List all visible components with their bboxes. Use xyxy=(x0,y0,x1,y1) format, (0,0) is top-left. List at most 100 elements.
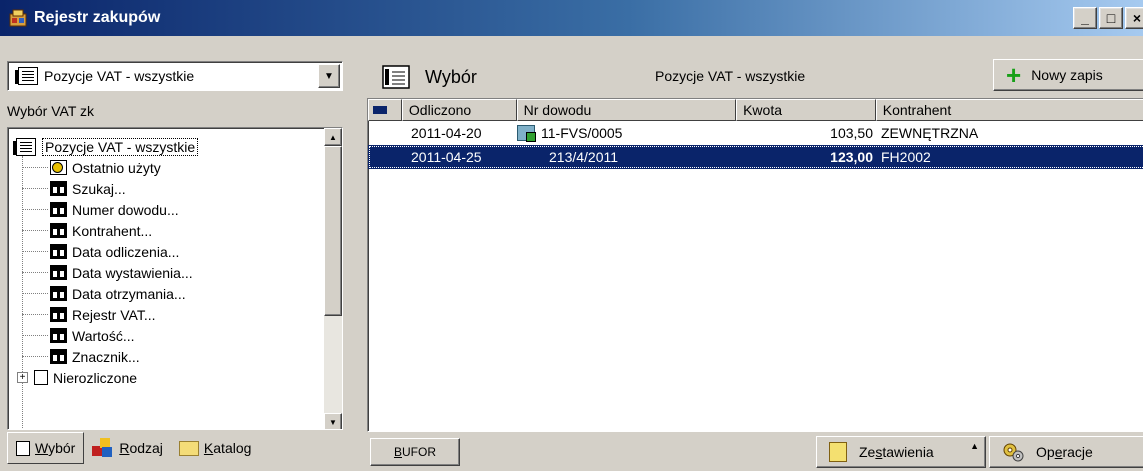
bufor-button[interactable]: B UFOR xyxy=(370,438,460,466)
folder-icon xyxy=(178,440,199,456)
tree-root[interactable]: Pozycje VAT - wszystkie xyxy=(12,136,322,157)
tree-item-nierozliczone[interactable]: + Nierozliczone xyxy=(12,367,322,388)
binoculars-icon xyxy=(50,202,67,217)
tree-item[interactable]: Ostatnio użyty xyxy=(12,157,322,178)
records-list[interactable]: Odliczono Nr dowodu Kwota Kontrahent 201… xyxy=(367,98,1143,432)
tree-list: Pozycje VAT - wszystkie Ostatnio użyty Sz… xyxy=(12,136,322,388)
tree-connector xyxy=(22,272,48,273)
tree-connector xyxy=(22,335,48,336)
purchase-register-window: Rejestr zakupów _ □ × Pozycje VAT - wszy… xyxy=(0,0,1143,471)
plus-icon: + xyxy=(1006,60,1022,90)
tree-item[interactable]: Wartość... xyxy=(12,325,322,346)
gear-icon xyxy=(1002,442,1024,462)
tree-connector xyxy=(22,167,48,168)
tab-wybor-rest: ybór xyxy=(48,440,76,456)
tree-item[interactable]: Rejestr VAT... xyxy=(12,304,322,325)
operations-prefix: Op xyxy=(1036,444,1055,460)
scroll-down-icon[interactable]: ▼ xyxy=(324,413,342,429)
document-icon xyxy=(34,370,48,385)
operations-button[interactable]: Operacje ▲ xyxy=(989,436,1143,468)
right-header: Wybór Pozycje VAT - wszystkie + Nowy zap… xyxy=(365,56,1143,96)
tree-item-label: Ostatnio użyty xyxy=(72,159,161,176)
tree-item[interactable]: Numer dowodu... xyxy=(12,199,322,220)
bottom-toolbar: BUFOR Zestawienia ▲ Operacje ▲ xyxy=(367,434,1143,468)
table-row[interactable]: 2011-04-25 213/4/2011 123,00 FH2002 xyxy=(368,145,1143,169)
maximize-icon[interactable]: □ xyxy=(1099,7,1123,29)
cell-amount: 103,50 xyxy=(830,125,873,141)
tree-item[interactable]: Znacznik... xyxy=(12,346,322,367)
list-header: Odliczono Nr dowodu Kwota Kontrahent xyxy=(368,99,1143,121)
close-icon[interactable]: × xyxy=(1125,7,1143,29)
cell-doc-number: 11-FVS/0005 xyxy=(517,125,737,142)
document-icon xyxy=(16,440,30,456)
doc-number-text: 213/4/2011 xyxy=(549,149,619,165)
document-icon xyxy=(381,64,411,93)
tree-connector xyxy=(22,209,48,210)
tab-wybor[interactable]: Wybór xyxy=(7,432,85,464)
scroll-thumb[interactable] xyxy=(324,146,342,316)
table-row[interactable]: 2011-04-20 11-FVS/0005 103,50 ZEWNĘTRZNA xyxy=(368,121,1143,145)
tab-rodzaj-rest: odzaj xyxy=(129,440,163,456)
tab-wybor-label: Wybór xyxy=(35,440,75,456)
tab-rodzaj[interactable]: Rodzaj xyxy=(84,432,171,464)
cell-contractor: FH2002 xyxy=(881,149,931,165)
section-label: Wybór VAT zk xyxy=(7,103,95,119)
tree-item-label: Numer dowodu... xyxy=(72,201,179,218)
chevron-down-icon[interactable]: ▼ xyxy=(318,64,340,88)
tab-katalog-accel: K xyxy=(203,440,214,456)
minimize-icon[interactable]: _ xyxy=(1073,7,1097,29)
cell-amount: 123,00 xyxy=(830,149,873,165)
doc-number-text: 11-FVS/0005 xyxy=(541,125,623,141)
expand-icon[interactable]: + xyxy=(17,372,28,383)
tree-item[interactable]: Data otrzymania... xyxy=(12,283,322,304)
recent-icon xyxy=(50,160,67,175)
scroll-up-icon[interactable]: ▲ xyxy=(324,128,342,146)
cell-date: 2011-04-20 xyxy=(411,125,482,141)
column-header-nr-dowodu[interactable]: Nr dowodu xyxy=(516,99,737,121)
tree-connector xyxy=(22,293,48,294)
tree-connector xyxy=(22,251,48,252)
selection-marker-icon xyxy=(373,106,387,114)
tree-scrollbar[interactable]: ▲ ▼ xyxy=(324,128,342,429)
tree-item-label: Szukaj... xyxy=(72,180,126,197)
column-header-odliczono[interactable]: Odliczono xyxy=(401,99,517,121)
reports-rest: tawienia xyxy=(882,444,934,460)
operations-rest: racje xyxy=(1062,444,1093,460)
tree-item-label: Znacznik... xyxy=(72,348,140,365)
caret-up-icon: ▲ xyxy=(970,441,979,451)
tree-item[interactable]: Data wystawienia... xyxy=(12,262,322,283)
kind-icon xyxy=(92,438,114,458)
selection-tree[interactable]: Pozycje VAT - wszystkie Ostatnio użyty Sz… xyxy=(7,127,343,430)
app-icon xyxy=(8,8,28,28)
document-icon xyxy=(13,137,36,156)
tree-item[interactable]: Kontrahent... xyxy=(12,220,322,241)
reports-button[interactable]: Zestawienia ▲ xyxy=(816,436,986,468)
title-bar[interactable]: Rejestr zakupów _ □ × xyxy=(0,0,1143,36)
binoculars-icon xyxy=(50,328,67,343)
invoice-icon xyxy=(517,125,536,142)
tree-item[interactable]: Data odliczenia... xyxy=(12,241,322,262)
tab-katalog-label: Katalog xyxy=(204,440,252,456)
binoculars-icon xyxy=(50,181,67,196)
list-rows: 2011-04-20 11-FVS/0005 103,50 ZEWNĘTRZNA 201… xyxy=(368,121,1143,169)
tree-item-label: Rejestr VAT... xyxy=(72,306,156,323)
column-header-kontrahent[interactable]: Kontrahent xyxy=(875,99,1143,121)
view-select-value: Pozycje VAT - wszystkie xyxy=(44,68,195,84)
binoculars-icon xyxy=(50,286,67,301)
new-entry-button[interactable]: + Nowy zapis xyxy=(993,59,1143,91)
tree-item-label: Data odliczenia... xyxy=(72,243,180,260)
binoculars-icon xyxy=(50,307,67,322)
binoculars-icon xyxy=(50,223,67,238)
operations-label: Operacje xyxy=(1036,444,1093,460)
tree-item-label: Nierozliczone xyxy=(53,369,138,386)
tab-katalog[interactable]: Katalog xyxy=(171,432,260,464)
select-column-header[interactable] xyxy=(368,99,402,121)
column-header-kwota[interactable]: Kwota xyxy=(736,99,876,121)
tree-item[interactable]: Szukaj... xyxy=(12,178,322,199)
cell-contractor: ZEWNĘTRZNA xyxy=(881,125,979,141)
tab-rodzaj-label: Rodzaj xyxy=(119,440,163,456)
panel-splitter[interactable] xyxy=(355,56,363,468)
new-entry-label: Nowy zapis xyxy=(1031,67,1103,83)
tree-connector xyxy=(22,188,48,189)
view-select[interactable]: Pozycje VAT - wszystkie ▼ xyxy=(7,61,343,91)
